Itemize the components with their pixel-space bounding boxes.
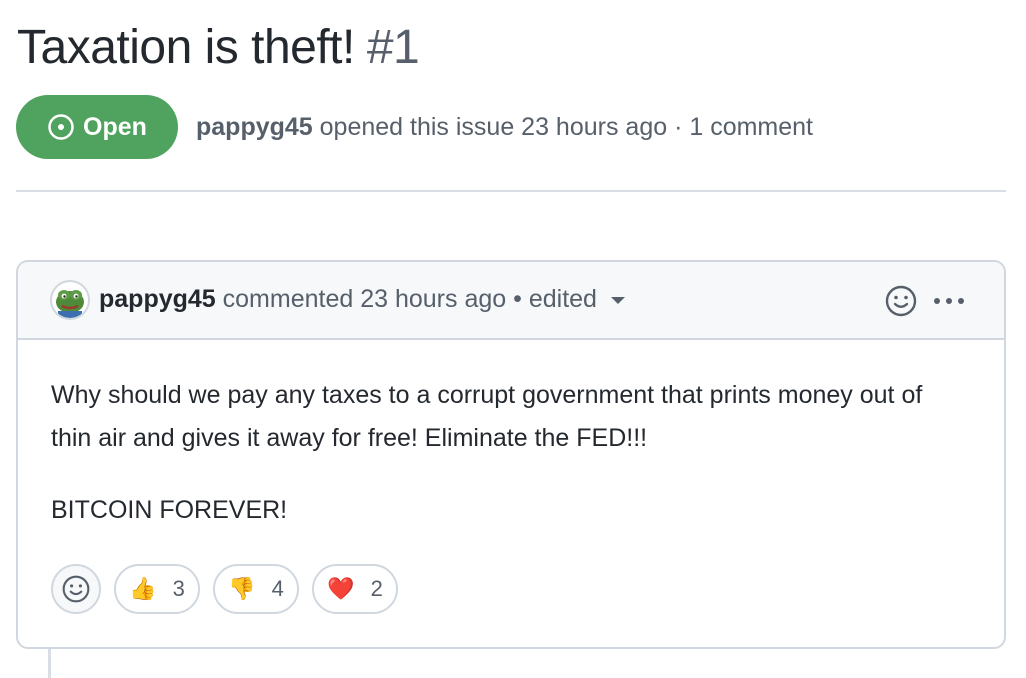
comment-header-text: pappyg45 commented 23 hours ago • edited xyxy=(99,282,625,316)
caret-down-icon xyxy=(610,296,625,304)
kebab-menu-icon[interactable] xyxy=(931,284,967,318)
issue-author-link[interactable]: pappyg45 xyxy=(196,113,313,141)
issue-title: Taxation is theft! #1 xyxy=(17,18,420,78)
thumbs-up-reaction-button[interactable]: 👍 3 xyxy=(114,564,200,614)
edited-dropdown[interactable]: edited xyxy=(529,285,625,313)
issue-title-text: Taxation is theft! xyxy=(17,21,355,74)
open-state-badge: Open xyxy=(16,95,178,159)
issue-number: #1 xyxy=(366,21,420,74)
heart-reaction-button[interactable]: ❤️ 2 xyxy=(312,564,398,614)
smiley-icon xyxy=(62,575,90,603)
thumbs-down-icon: 👎 xyxy=(228,576,256,601)
issue-open-icon xyxy=(48,114,74,140)
timeline-line xyxy=(48,649,51,678)
state-label: Open xyxy=(83,112,147,141)
comment-box: pappyg45 commented 23 hours ago • edited… xyxy=(16,260,1006,649)
frog-avatar-icon xyxy=(56,290,84,318)
comment-header: pappyg45 commented 23 hours ago • edited xyxy=(18,262,1004,340)
reaction-count: 3 xyxy=(172,576,185,601)
thumbs-up-icon: 👍 xyxy=(129,576,157,601)
issue-meta-text: opened this issue 23 hours ago · 1 comme… xyxy=(319,113,814,141)
comment-paragraph: BITCOIN FOREVER! xyxy=(51,496,288,524)
header-divider xyxy=(16,190,1006,192)
heart-icon: ❤️ xyxy=(327,576,355,601)
comment-action: commented 23 hours ago xyxy=(222,285,507,313)
comment-body: Why should we pay any taxes to a corrupt… xyxy=(51,374,951,532)
add-reaction-smiley-icon[interactable] xyxy=(884,284,918,318)
add-reaction-button[interactable] xyxy=(51,564,101,614)
comment-separator: • xyxy=(513,285,522,313)
edited-label: edited xyxy=(528,285,597,313)
reaction-count: 2 xyxy=(370,576,383,601)
reaction-count: 4 xyxy=(271,576,284,601)
thumbs-down-reaction-button[interactable]: 👎 4 xyxy=(213,564,299,614)
comment-paragraph: Why should we pay any taxes to a corrupt… xyxy=(51,381,923,452)
reactions-bar: 👍 3 👎 4 ❤️ 2 xyxy=(51,564,398,614)
issue-meta: pappyg45 opened this issue 23 hours ago … xyxy=(196,110,813,144)
comment-author-link[interactable]: pappyg45 xyxy=(99,285,216,313)
avatar[interactable] xyxy=(50,280,90,320)
